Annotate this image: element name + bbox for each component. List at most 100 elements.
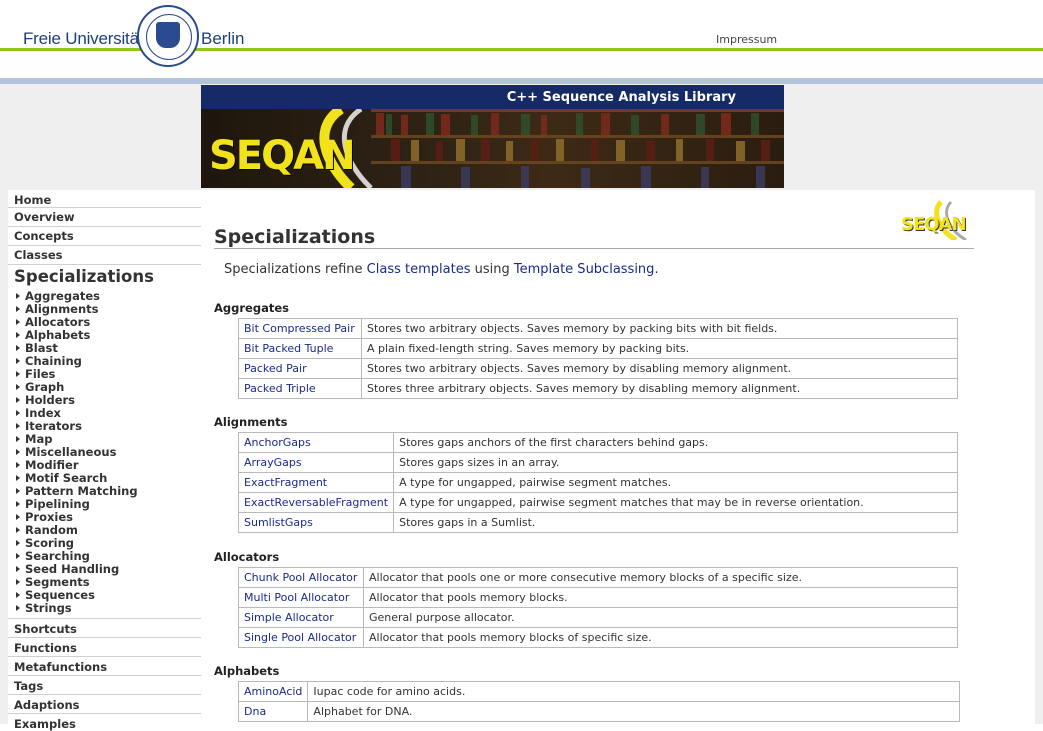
description-cell: A plain fixed-length string. Saves memor… xyxy=(361,338,958,359)
description-cell: Alphabet for DNA. xyxy=(307,701,961,722)
sidebar-link-metafunctions[interactable]: Metafunctions xyxy=(14,660,107,674)
name-cell: Packed Triple xyxy=(238,378,362,399)
triangle-right-icon xyxy=(16,553,20,559)
class-templates-link[interactable]: Class templates xyxy=(367,262,471,277)
sidebar-item-pipelining[interactable]: Pipelining xyxy=(16,497,90,511)
table-row: ExactFragment A type for ungapped, pairwi… xyxy=(237,472,959,493)
name-cell: Simple Allocator xyxy=(238,607,364,628)
sidebar-link-examples[interactable]: Examples xyxy=(14,717,76,731)
sidebar-item-scoring[interactable]: Scoring xyxy=(16,536,74,550)
name-cell: ExactFragment xyxy=(237,472,395,493)
sidebar-active-section[interactable]: Specializations xyxy=(14,267,154,286)
sidebar-item-aggregates[interactable]: Aggregates xyxy=(16,289,100,303)
triangle-right-icon xyxy=(16,397,20,403)
sidebar-link-adaptions[interactable]: Adaptions xyxy=(14,698,80,712)
sidebar-link-functions[interactable]: Functions xyxy=(14,641,77,655)
table-row: Packed Triple Stores three arbitrary obje… xyxy=(238,378,958,399)
table-row: Bit Compressed Pair Stores two arbitrary … xyxy=(238,318,958,339)
sidebar-item-sequences[interactable]: Sequences xyxy=(16,588,95,602)
triangle-right-icon xyxy=(16,540,20,546)
university-seal-logo[interactable] xyxy=(137,5,199,67)
specialization-link[interactable]: ArrayGaps xyxy=(244,456,302,469)
sidebar-item-chaining[interactable]: Chaining xyxy=(16,354,82,368)
specialization-link[interactable]: Dna xyxy=(244,705,266,718)
sidebar-item-seed-handling[interactable]: Seed Handling xyxy=(16,562,119,576)
triangle-right-icon xyxy=(16,514,20,520)
sidebar-item-blast[interactable]: Blast xyxy=(16,341,58,355)
sidebar-item-holders[interactable]: Holders xyxy=(16,393,75,407)
specialization-link[interactable]: ExactReversableFragment xyxy=(244,496,388,509)
triangle-right-icon xyxy=(16,436,20,442)
title-divider xyxy=(214,248,974,249)
sidebar-link-shortcuts[interactable]: Shortcuts xyxy=(14,622,77,636)
sidebar-link-concepts[interactable]: Concepts xyxy=(14,229,74,243)
intro-text: Specializations refine Class templates u… xyxy=(224,262,659,277)
sidebar-link-tags[interactable]: Tags xyxy=(14,679,43,693)
section-table: AnchorGaps Stores gaps anchors of the fir… xyxy=(237,432,959,533)
description-cell: Allocator that pools memory blocks. xyxy=(363,587,958,608)
sidebar-item-allocators[interactable]: Allocators xyxy=(16,315,90,329)
sidebar-item-label: Searching xyxy=(25,549,90,563)
sidebar-link-overview[interactable]: Overview xyxy=(14,210,75,224)
sidebar-item-index[interactable]: Index xyxy=(16,406,61,420)
description-cell: Stores gaps sizes in an array. xyxy=(393,452,959,473)
sidebar-divider xyxy=(8,226,201,227)
sidebar-item-strings[interactable]: Strings xyxy=(16,601,72,615)
sidebar-item-motif-search[interactable]: Motif Search xyxy=(16,471,107,485)
sidebar-item-iterators[interactable]: Iterators xyxy=(16,419,82,433)
specialization-link[interactable]: Bit Compressed Pair xyxy=(244,322,355,335)
sidebar-item-random[interactable]: Random xyxy=(16,523,78,537)
specialization-link[interactable]: Multi Pool Allocator xyxy=(244,591,349,604)
sidebar-item-map[interactable]: Map xyxy=(16,432,52,446)
sidebar-item-graph[interactable]: Graph xyxy=(16,380,64,394)
specialization-link[interactable]: Bit Packed Tuple xyxy=(244,342,333,355)
specialization-link[interactable]: AnchorGaps xyxy=(244,436,311,449)
sidebar-link-home[interactable]: Home xyxy=(14,193,51,207)
triangle-right-icon xyxy=(16,293,20,299)
table-row: AnchorGaps Stores gaps anchors of the fir… xyxy=(237,432,959,453)
specialization-link[interactable]: ExactFragment xyxy=(244,476,327,489)
sidebar-divider xyxy=(8,207,201,208)
sidebar-item-proxies[interactable]: Proxies xyxy=(16,510,73,524)
sidebar-divider xyxy=(8,675,201,676)
sidebar-link-classes[interactable]: Classes xyxy=(14,248,62,262)
sidebar-item-segments[interactable]: Segments xyxy=(16,575,90,589)
sidebar-item-label: Scoring xyxy=(25,536,75,550)
specialization-link[interactable]: Simple Allocator xyxy=(244,611,334,624)
table-row: ArrayGaps Stores gaps sizes in an array. xyxy=(237,452,959,473)
sidebar-divider xyxy=(8,264,201,265)
sidebar-item-searching[interactable]: Searching xyxy=(16,549,90,563)
sidebar-item-label: Allocators xyxy=(25,315,91,329)
table-row: Simple Allocator General purpose allocato… xyxy=(238,607,958,628)
table-row: SumlistGaps Stores gaps in a Sumlist. xyxy=(237,512,959,533)
template-subclassing-link[interactable]: Template Subclassing xyxy=(514,262,655,277)
specialization-link[interactable]: Packed Pair xyxy=(244,362,307,375)
specialization-link[interactable]: SumlistGaps xyxy=(244,516,313,529)
specialization-link[interactable]: Single Pool Allocator xyxy=(244,631,356,644)
section-table: Chunk Pool Allocator Allocator that pools… xyxy=(238,567,958,648)
triangle-right-icon xyxy=(16,488,20,494)
specialization-link[interactable]: AminoAcid xyxy=(244,685,302,698)
impressum-link[interactable]: Impressum xyxy=(716,33,777,46)
name-cell: AnchorGaps xyxy=(237,432,395,453)
triangle-right-icon xyxy=(16,449,20,455)
sidebar-item-miscellaneous[interactable]: Miscellaneous xyxy=(16,445,116,459)
sidebar-navigation: Home Overview Concepts Classes Specializatio… xyxy=(8,190,201,731)
triangle-right-icon xyxy=(16,605,20,611)
sidebar-item-alignments[interactable]: Alignments xyxy=(16,302,99,316)
table-row: Single Pool Allocator Allocator that pool… xyxy=(238,627,958,648)
sidebar-item-alphabets[interactable]: Alphabets xyxy=(16,328,90,342)
intro-prefix: Specializations refine xyxy=(224,262,367,277)
specialization-link[interactable]: Packed Triple xyxy=(244,382,316,395)
sidebar-item-modifier[interactable]: Modifier xyxy=(16,458,79,472)
sidebar-item-files[interactable]: Files xyxy=(16,367,55,381)
name-cell: Single Pool Allocator xyxy=(238,627,364,648)
specialization-link[interactable]: Chunk Pool Allocator xyxy=(244,571,357,584)
name-cell: SumlistGaps xyxy=(237,512,395,533)
triangle-right-icon xyxy=(16,475,20,481)
triangle-right-icon xyxy=(16,592,20,598)
sidebar-item-label: Chaining xyxy=(25,354,82,368)
banner-title-bar: C++ Sequence Analysis Library xyxy=(201,85,784,109)
section-heading: Alphabets xyxy=(214,664,280,678)
sidebar-item-pattern-matching[interactable]: Pattern Matching xyxy=(16,484,138,498)
